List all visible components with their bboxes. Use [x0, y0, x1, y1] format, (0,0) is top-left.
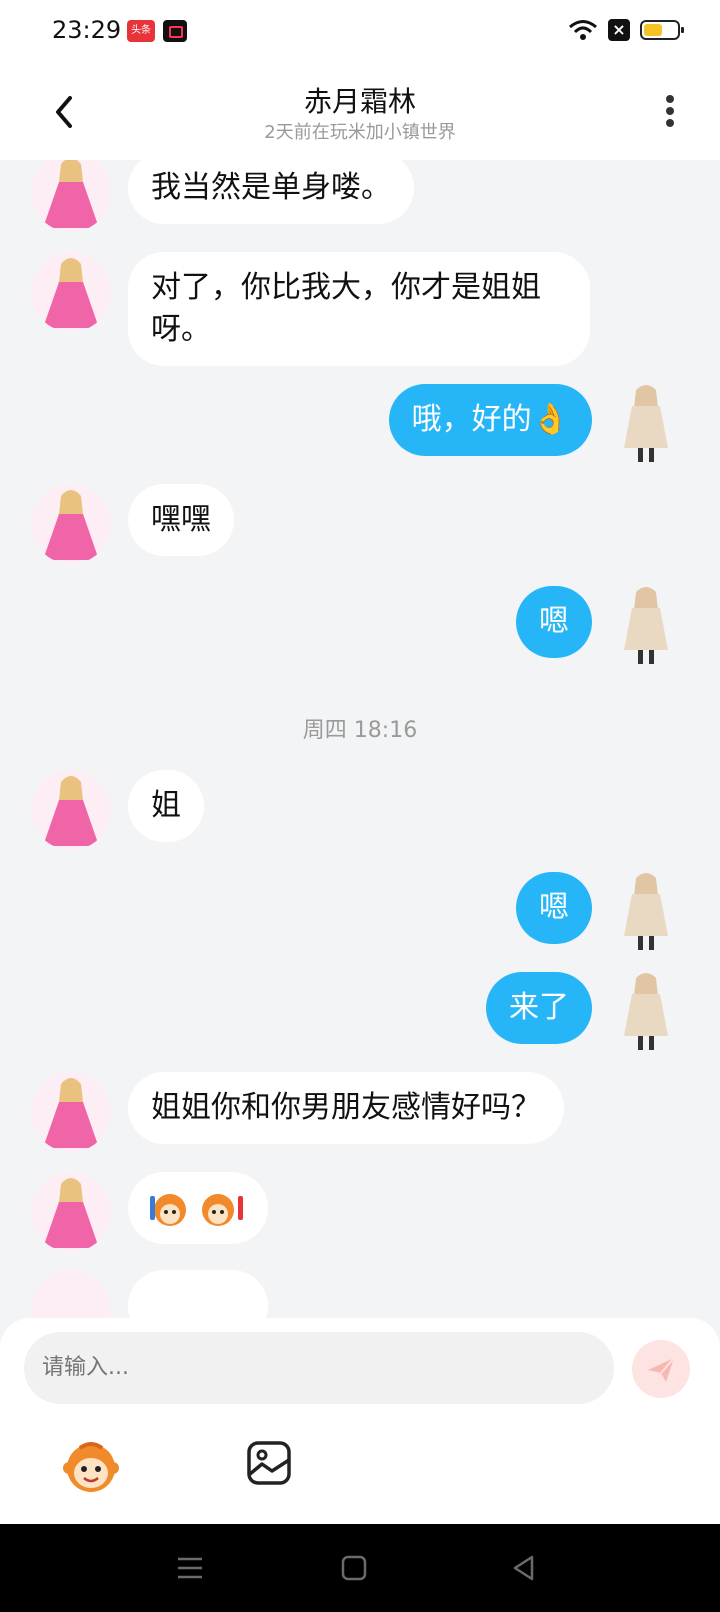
- battery-level: [644, 24, 662, 36]
- home-icon[interactable]: [340, 1554, 368, 1582]
- message-bubble[interactable]: 对了，你比我大，你才是姐姐呀。: [128, 252, 590, 366]
- wifi-icon: [569, 20, 597, 40]
- message-bubble[interactable]: 来了: [486, 972, 592, 1044]
- system-nav-bar: [0, 1524, 720, 1612]
- status-icons: ×: [568, 18, 684, 42]
- contact-avatar[interactable]: [31, 160, 111, 232]
- message-bubble[interactable]: 姐姐你和你男朋友感情好吗？: [128, 1072, 564, 1144]
- message-row: 嘿嘿: [0, 484, 720, 564]
- more-vert-icon[interactable]: [660, 92, 680, 132]
- contact-avatar[interactable]: [31, 484, 111, 564]
- contact-avatar[interactable]: [31, 770, 111, 850]
- close-notification-icon: ×: [608, 19, 630, 41]
- image-button[interactable]: [246, 1440, 292, 1486]
- message-bubble[interactable]: 哦，好的👌: [388, 384, 592, 456]
- message-bubble[interactable]: 嗯: [516, 872, 592, 944]
- battery-icon: [640, 20, 684, 40]
- contact-avatar[interactable]: [31, 1172, 111, 1252]
- my-avatar[interactable]: [610, 870, 682, 954]
- message-row: 嗯: [0, 870, 720, 954]
- message-row: 来了: [0, 970, 720, 1054]
- my-avatar[interactable]: [610, 382, 682, 466]
- my-avatar[interactable]: [610, 970, 682, 1054]
- timestamp-divider: 周四 18:16: [302, 718, 418, 743]
- toutiao-icon: 头条: [127, 20, 155, 42]
- sticker-message[interactable]: [128, 1172, 268, 1244]
- send-button[interactable]: [632, 1340, 690, 1398]
- status-time: 23:29: [52, 16, 122, 44]
- message-row: 姐: [0, 770, 720, 850]
- message-row: 姐姐你和你男朋友感情好吗？: [0, 1072, 720, 1152]
- status-bar: 23:29 头条 ×: [0, 0, 720, 64]
- monkey-emoji-icon: [63, 1442, 119, 1492]
- message-input[interactable]: [24, 1332, 614, 1404]
- presence-status: 2天前在玩米加小镇世界: [264, 122, 456, 143]
- message-bubble[interactable]: 姐: [128, 770, 204, 842]
- message-composer: [0, 1318, 720, 1524]
- chat-list[interactable]: 我当然是单身喽。 对了，你比我大，你才是姐姐呀。 哦，好的👌 嘿嘿 嗯 周四 1…: [0, 160, 720, 1318]
- contact-avatar[interactable]: [31, 1072, 111, 1152]
- message-row: 我当然是单身喽。: [0, 160, 720, 232]
- emoji-button[interactable]: [62, 1438, 120, 1496]
- message-row: [0, 1270, 720, 1318]
- message-row: 嗯: [0, 584, 720, 668]
- message-bubble[interactable]: 嗯: [516, 586, 592, 658]
- message-row: 对了，你比我大，你才是姐姐呀。: [0, 252, 720, 366]
- monkey-sticker-icon: [150, 1194, 243, 1226]
- send-icon: [648, 1357, 675, 1382]
- my-avatar[interactable]: [610, 584, 682, 668]
- chat-header: 赤月霜林 2天前在玩米加小镇世界: [0, 64, 720, 160]
- message-row: 哦，好的👌: [0, 382, 720, 466]
- message-bubble[interactable]: 嘿嘿: [128, 484, 234, 556]
- back-triangle-icon[interactable]: [510, 1554, 538, 1582]
- video-app-icon: [163, 20, 187, 42]
- message-row: [0, 1172, 720, 1252]
- message-bubble[interactable]: 我当然是单身喽。: [128, 160, 414, 224]
- menu-icon[interactable]: [176, 1554, 204, 1582]
- image-icon: [247, 1441, 291, 1485]
- contact-avatar[interactable]: [31, 252, 111, 332]
- page-title: 赤月霜林: [303, 85, 416, 118]
- message-bubble[interactable]: [128, 1270, 268, 1318]
- contact-avatar[interactable]: [31, 1270, 111, 1318]
